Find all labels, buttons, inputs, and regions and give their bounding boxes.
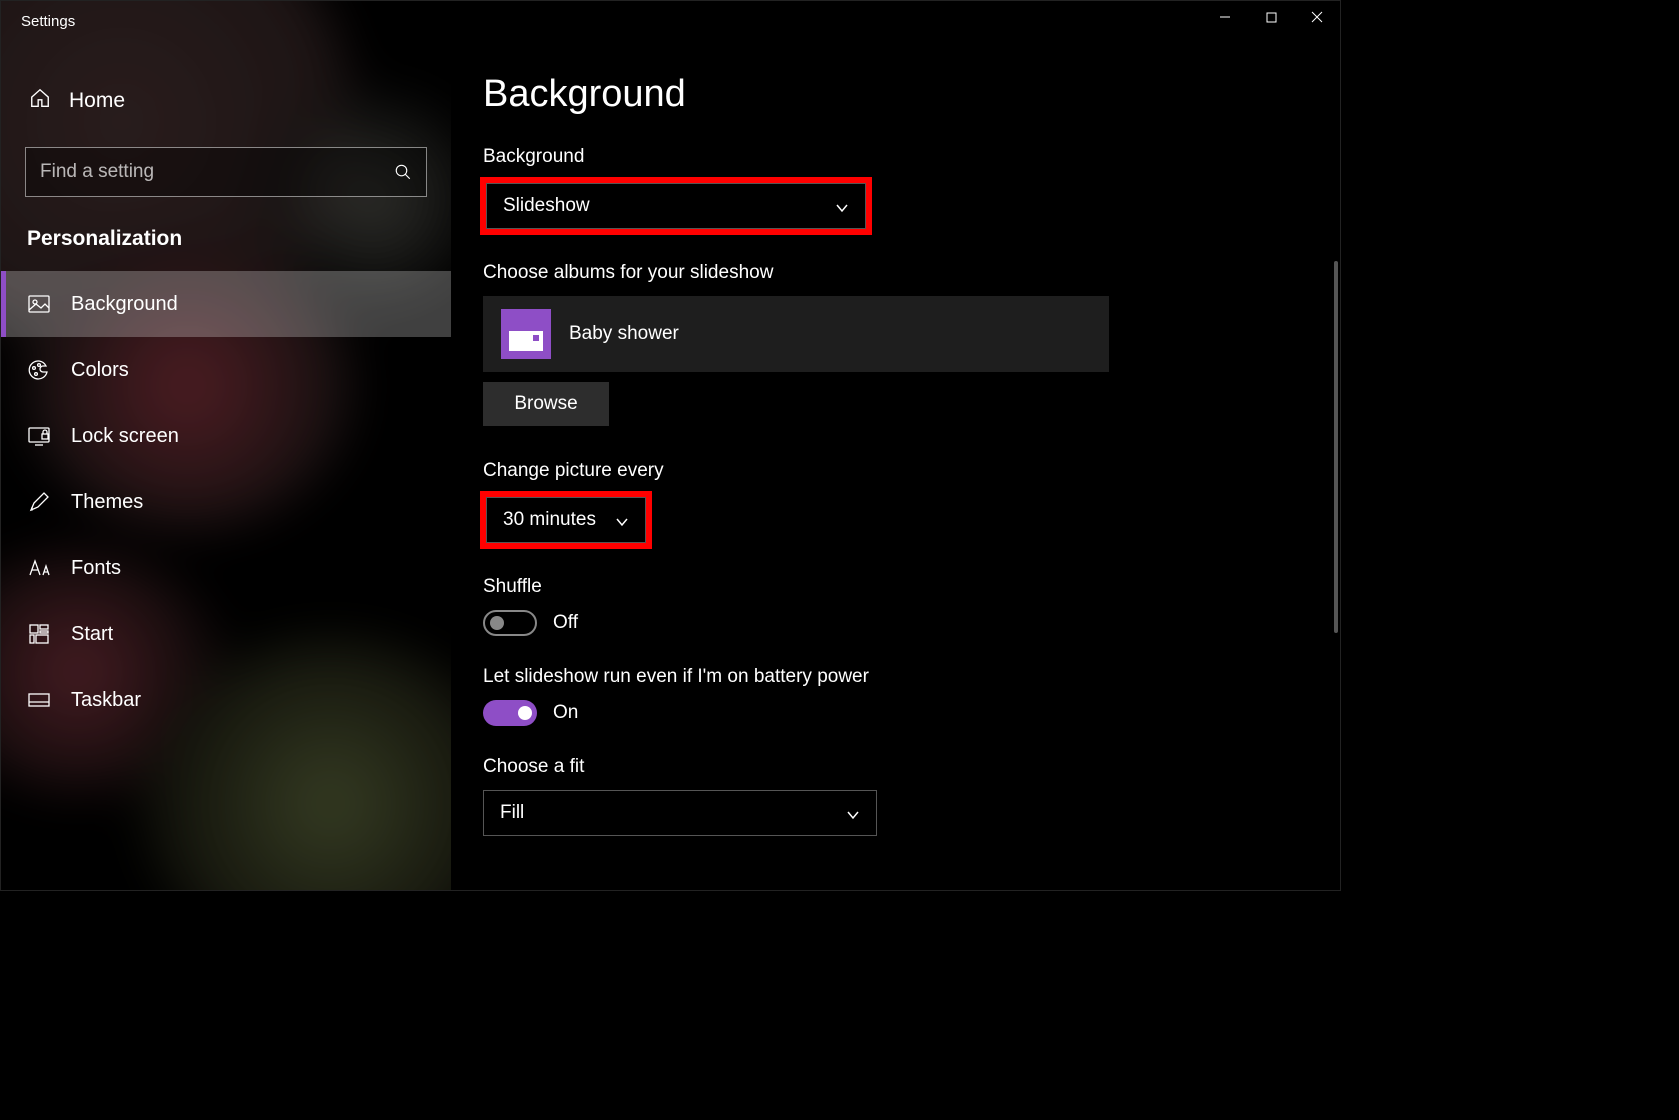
maximize-button[interactable] — [1248, 1, 1294, 33]
sidebar-item-taskbar[interactable]: Taskbar — [1, 667, 451, 733]
shuffle-toggle[interactable] — [483, 610, 537, 636]
sidebar-item-background[interactable]: Background — [1, 271, 451, 337]
sidebar-item-label: Colors — [71, 359, 129, 382]
font-icon — [27, 556, 51, 580]
minimize-button[interactable] — [1202, 1, 1248, 33]
sidebar-item-start[interactable]: Start — [1, 601, 451, 667]
sidebar-item-label: Background — [71, 293, 178, 316]
sidebar: Home Personalization Background Color — [1, 1, 451, 890]
palette-icon — [27, 358, 51, 382]
close-button[interactable] — [1294, 1, 1340, 33]
tiles-icon — [27, 622, 51, 646]
battery-state: On — [553, 702, 578, 724]
fit-label: Choose a fit — [483, 756, 1340, 778]
titlebar: Settings — [1, 1, 1340, 41]
album-thumbnail — [501, 309, 551, 359]
sidebar-item-lockscreen[interactable]: Lock screen — [1, 403, 451, 469]
background-type-label: Background — [483, 146, 1340, 168]
search-icon — [394, 163, 412, 181]
chevron-down-icon — [846, 806, 860, 820]
sidebar-item-themes[interactable]: Themes — [1, 469, 451, 535]
home-icon — [29, 87, 51, 115]
lock-monitor-icon — [27, 424, 51, 448]
fit-value: Fill — [500, 802, 524, 824]
home-label: Home — [69, 89, 125, 113]
brush-icon — [27, 490, 51, 514]
albums-label: Choose albums for your slideshow — [483, 262, 1340, 284]
sidebar-item-label: Taskbar — [71, 689, 141, 712]
browse-button[interactable]: Browse — [483, 382, 609, 426]
scrollbar[interactable] — [1334, 261, 1338, 633]
chevron-down-icon — [835, 199, 849, 213]
shuffle-label: Shuffle — [483, 576, 1340, 598]
home-link[interactable]: Home — [1, 73, 451, 129]
window-controls — [1202, 1, 1340, 41]
sidebar-item-label: Start — [71, 623, 113, 646]
interval-label: Change picture every — [483, 460, 1340, 482]
battery-label: Let slideshow run even if I'm on battery… — [483, 666, 1340, 688]
sidebar-item-fonts[interactable]: Fonts — [1, 535, 451, 601]
window-title: Settings — [1, 13, 75, 30]
background-type-dropdown[interactable]: Slideshow — [486, 183, 866, 229]
browse-label: Browse — [514, 393, 577, 415]
chevron-down-icon — [615, 513, 629, 527]
background-type-value: Slideshow — [503, 195, 590, 217]
taskbar-icon — [27, 688, 51, 712]
fit-dropdown[interactable]: Fill — [483, 790, 877, 836]
interval-dropdown[interactable]: 30 minutes — [486, 497, 646, 543]
search-input[interactable] — [40, 161, 394, 183]
settings-window: Settings Ho — [0, 0, 1341, 891]
battery-toggle[interactable] — [483, 700, 537, 726]
shuffle-state: Off — [553, 612, 578, 634]
highlight-background-dropdown: Slideshow — [483, 180, 869, 232]
sidebar-item-label: Lock screen — [71, 425, 179, 448]
picture-icon — [27, 292, 51, 316]
interval-value: 30 minutes — [503, 509, 596, 531]
sidebar-item-colors[interactable]: Colors — [1, 337, 451, 403]
album-name: Baby shower — [569, 323, 679, 345]
sidebar-item-label: Themes — [71, 491, 143, 514]
main-panel: Background Background Slideshow Choose a… — [451, 1, 1340, 890]
highlight-interval-dropdown: 30 minutes — [483, 494, 649, 546]
search-box[interactable] — [25, 147, 427, 197]
album-card[interactable]: Baby shower — [483, 296, 1109, 372]
page-title: Background — [483, 73, 1340, 116]
section-label: Personalization — [1, 221, 451, 271]
sidebar-item-label: Fonts — [71, 557, 121, 580]
